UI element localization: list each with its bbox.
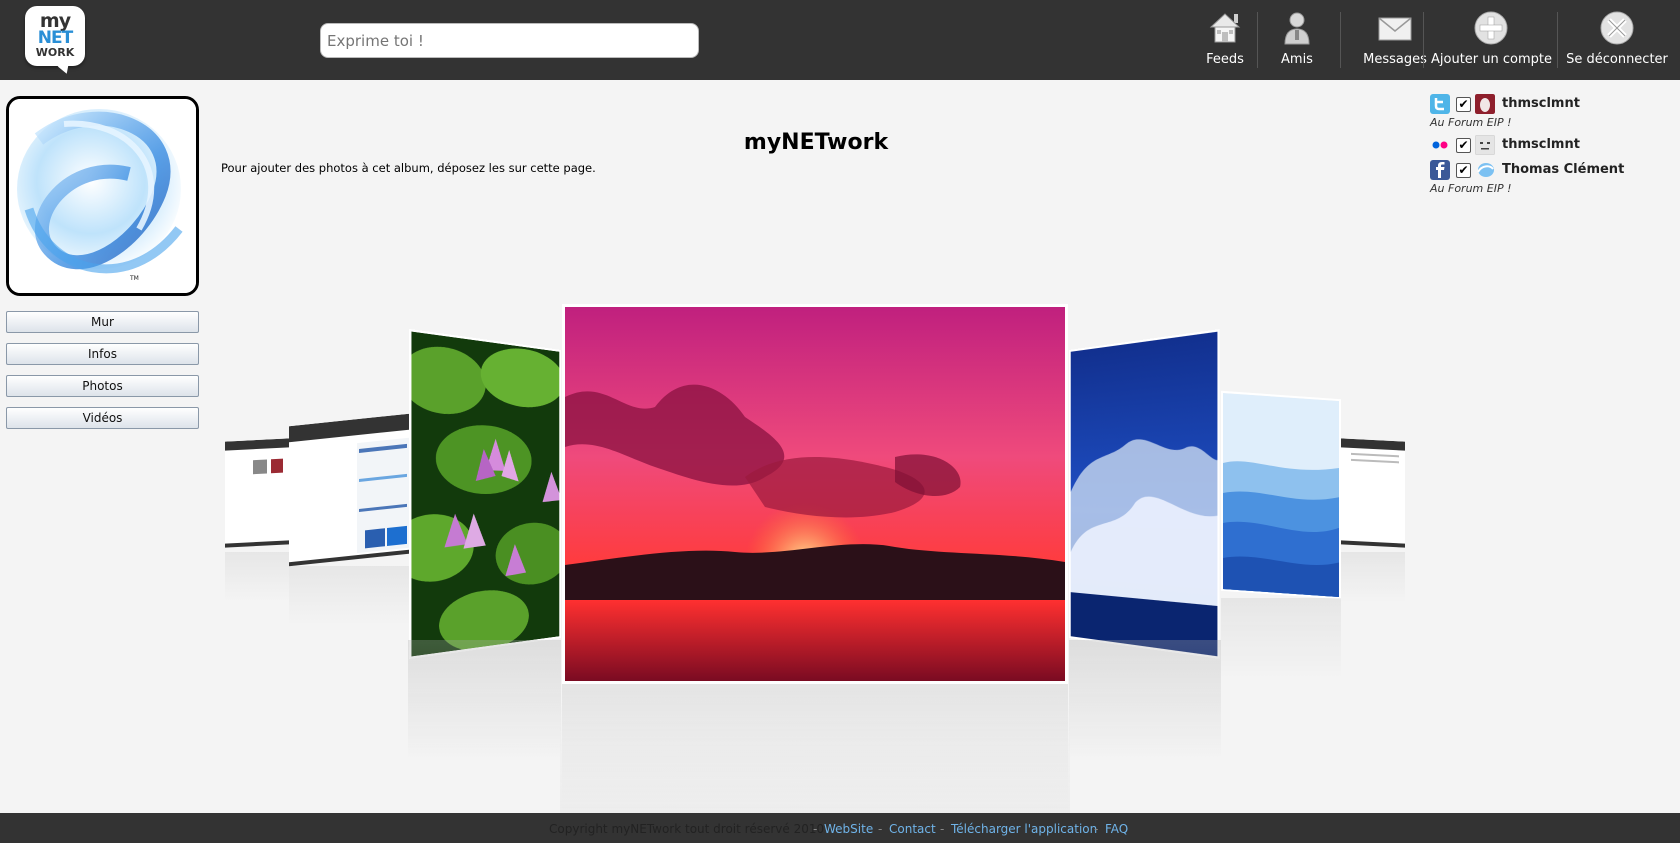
account-name: thmsclmnt bbox=[1502, 137, 1580, 152]
photo-reflection bbox=[408, 640, 561, 760]
account-checkbox[interactable]: ✔ bbox=[1456, 138, 1471, 153]
account-status: Au Forum EIP ! bbox=[1430, 116, 1512, 129]
blue-mountains-image bbox=[1223, 392, 1341, 600]
photo-thumbnail[interactable] bbox=[289, 413, 409, 567]
menu-videos-button[interactable]: Vidéos bbox=[6, 407, 199, 429]
footer: Copyright myNETwork tout droit réservé 2… bbox=[0, 813, 1680, 843]
user-icon bbox=[1284, 12, 1310, 45]
twitter-icon bbox=[1430, 94, 1450, 114]
photo-reflection bbox=[1221, 598, 1341, 678]
nav-divider bbox=[1340, 12, 1341, 68]
photo-thumbnail[interactable] bbox=[1341, 438, 1405, 548]
menu-mur-button[interactable]: Mur bbox=[6, 311, 199, 333]
photo-thumbnail[interactable] bbox=[225, 438, 289, 548]
app-logo[interactable]: my NET WORK bbox=[25, 6, 85, 76]
nav-divider bbox=[1423, 12, 1424, 68]
nav-messages-button[interactable]: Messages bbox=[1350, 10, 1440, 70]
nav-amis-button[interactable]: Amis bbox=[1270, 10, 1324, 70]
account-checkbox[interactable]: ✔ bbox=[1456, 163, 1471, 178]
photo-thumbnail[interactable] bbox=[1221, 390, 1341, 600]
footer-contact-link[interactable]: Contact bbox=[889, 822, 936, 836]
photo-reflection bbox=[225, 552, 289, 602]
sunset-image bbox=[565, 307, 1065, 681]
facebook-icon bbox=[1430, 160, 1450, 180]
coverflow-fade bbox=[560, 700, 1070, 813]
profile-avatar[interactable]: TM bbox=[6, 96, 199, 296]
footer-separator: - bbox=[878, 822, 883, 836]
close-circle-icon bbox=[1600, 11, 1634, 45]
envelope-icon bbox=[1378, 17, 1412, 41]
photo-reflection bbox=[1069, 640, 1221, 760]
water-lily-image bbox=[409, 331, 561, 660]
logout-button[interactable]: Se déconnecter bbox=[1562, 10, 1672, 70]
footer-download-link[interactable]: Télécharger l'application bbox=[951, 822, 1097, 836]
page-title: myNETwork bbox=[743, 130, 889, 155]
nav-divider bbox=[1257, 12, 1258, 68]
nav-feeds-button[interactable]: Feeds bbox=[1195, 10, 1255, 70]
account-avatar bbox=[1475, 94, 1495, 114]
footer-faq-link[interactable]: FAQ bbox=[1105, 822, 1128, 836]
account-checkbox[interactable]: ✔ bbox=[1456, 97, 1471, 112]
footer-website-link[interactable]: WebSite bbox=[824, 822, 873, 836]
home-icon bbox=[1209, 13, 1241, 43]
photo-thumbnail[interactable] bbox=[409, 328, 561, 660]
photo-reflection bbox=[1341, 552, 1405, 602]
account-avatar bbox=[1475, 160, 1495, 180]
drop-hint-text: Pour ajouter des photos à cet album, dép… bbox=[221, 161, 596, 175]
account-avatar bbox=[1475, 135, 1495, 155]
account-name: thmsclmnt bbox=[1502, 96, 1580, 111]
account-name: Thomas Clément bbox=[1502, 162, 1625, 177]
top-bar: my NET WORK Feeds Amis Messa bbox=[0, 0, 1680, 80]
snowy-forest-image bbox=[1070, 331, 1220, 659]
status-input[interactable] bbox=[320, 23, 699, 58]
copyright-text: Copyright myNETwork tout droit réservé 2… bbox=[549, 822, 825, 836]
footer-separator: - bbox=[813, 822, 818, 836]
silverlight-logo-image bbox=[9, 99, 196, 293]
plus-circle-icon bbox=[1474, 11, 1508, 45]
photo-thumbnail[interactable] bbox=[1069, 329, 1220, 659]
photo-reflection bbox=[289, 566, 409, 626]
nav-divider bbox=[1557, 12, 1558, 68]
flickr-icon bbox=[1432, 141, 1448, 149]
footer-separator: - bbox=[1094, 822, 1099, 836]
selected-photo[interactable] bbox=[562, 304, 1068, 684]
footer-separator: - bbox=[940, 822, 945, 836]
menu-photos-button[interactable]: Photos bbox=[6, 375, 199, 397]
add-account-button[interactable]: Ajouter un compte bbox=[1431, 10, 1552, 70]
account-status: Au Forum EIP ! bbox=[1430, 182, 1512, 195]
menu-infos-button[interactable]: Infos bbox=[6, 343, 199, 365]
